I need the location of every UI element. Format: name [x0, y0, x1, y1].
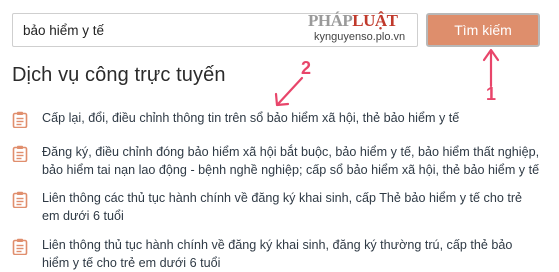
watermark-brand: PHÁPLUẬT: [308, 11, 398, 30]
service-item[interactable]: Liên thông các thủ tục hành chính về đăn…: [12, 189, 552, 225]
service-item-text[interactable]: Đăng ký, điều chỉnh đóng bảo hiểm xã hội…: [42, 143, 552, 179]
clipboard-icon: [12, 111, 28, 128]
service-item[interactable]: Đăng ký, điều chỉnh đóng bảo hiểm xã hội…: [12, 143, 552, 179]
annotation-arrow-2: [274, 76, 304, 107]
annotation-arrow-1: [482, 48, 500, 88]
annotation-marker-1: 1: [486, 84, 497, 104]
clipboard-icon: [12, 191, 28, 208]
service-item[interactable]: Cấp lại, đổi, điều chỉnh thông tin trên …: [12, 109, 552, 128]
clipboard-icon: [12, 145, 28, 162]
search-button[interactable]: Tìm kiếm: [426, 13, 540, 47]
watermark-logo: PHÁPLUẬT kynguyenso.plo.vn: [296, 11, 414, 47]
service-item[interactable]: Liên thông thủ tục hành chính về đăng ký…: [12, 236, 552, 272]
section-title: Dịch vụ công trực tuyến: [12, 64, 226, 86]
service-item-text[interactable]: Liên thông thủ tục hành chính về đăng ký…: [42, 236, 552, 272]
service-item-text[interactable]: Liên thông các thủ tục hành chính về đăn…: [42, 189, 552, 225]
watermark-url: kynguyenso.plo.vn: [314, 31, 406, 43]
search-input[interactable]: [23, 14, 323, 46]
clipboard-icon: [12, 238, 28, 255]
service-item-text[interactable]: Cấp lại, đổi, điều chỉnh thông tin trên …: [42, 109, 552, 127]
